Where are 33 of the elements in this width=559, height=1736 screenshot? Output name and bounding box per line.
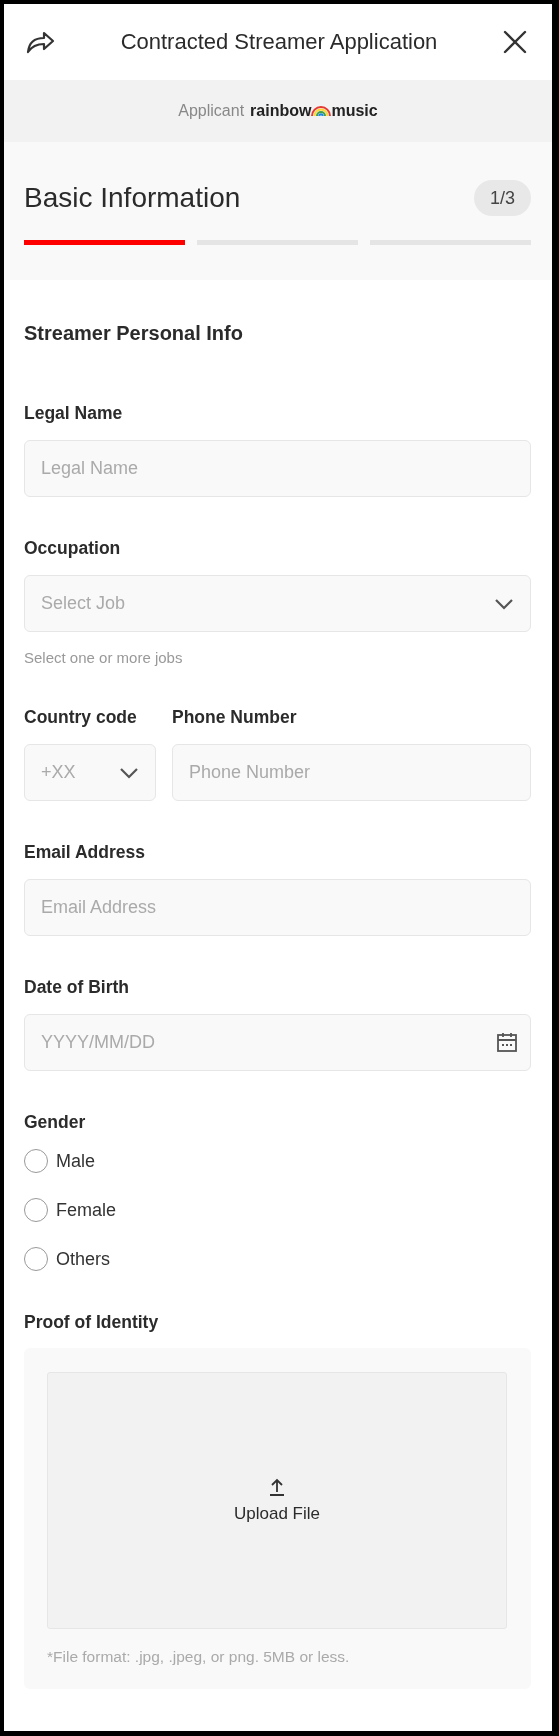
section-title: Streamer Personal Info <box>24 321 244 345</box>
select-field[interactable]: +XX <box>24 744 156 801</box>
step-title: Basic Information <box>24 182 241 214</box>
chevron-down-icon <box>494 597 514 610</box>
applicant-name: rainbow <box>250 102 312 120</box>
close-button[interactable] <box>502 29 528 55</box>
date-field[interactable]: YYYY/MM/DD <box>24 1014 531 1071</box>
upload-button[interactable]: Upload File <box>47 1372 507 1629</box>
option-label: Female <box>56 1199 117 1221</box>
field-label: Legal Name <box>24 403 124 423</box>
applicant-label: Applicant <box>178 102 245 120</box>
input-field[interactable]: Phone Number <box>172 744 531 801</box>
close-icon <box>502 29 528 55</box>
field-label: Phone Number <box>172 707 298 727</box>
window-title: Contracted Streamer Application <box>119 29 439 55</box>
step-counter: 1/3 <box>473 180 531 216</box>
field-hint: Select one or more jobs <box>24 650 184 666</box>
option-label: Others <box>56 1248 111 1270</box>
option-label: Male <box>56 1150 95 1172</box>
field-label: Proof of Identity <box>24 1312 160 1332</box>
select-field[interactable]: Select Job <box>24 575 531 632</box>
input-field[interactable]: Legal Name <box>24 440 531 497</box>
field-label: Date of Birth <box>24 977 130 997</box>
field-label: Gender <box>24 1112 87 1132</box>
input-field[interactable]: Email Address <box>24 879 531 936</box>
field-label: Country code <box>24 707 138 727</box>
upload-icon <box>269 1477 285 1496</box>
field-label: Occupation <box>24 538 122 558</box>
field-label: Email Address <box>24 842 146 862</box>
calendar-icon <box>497 1032 517 1052</box>
applicant-name: music <box>331 102 378 120</box>
file-format-hint: *File format: .jpg, .jpeg, or png. 5MB or less. <box>47 1648 351 1666</box>
chevron-down-icon <box>119 766 139 779</box>
